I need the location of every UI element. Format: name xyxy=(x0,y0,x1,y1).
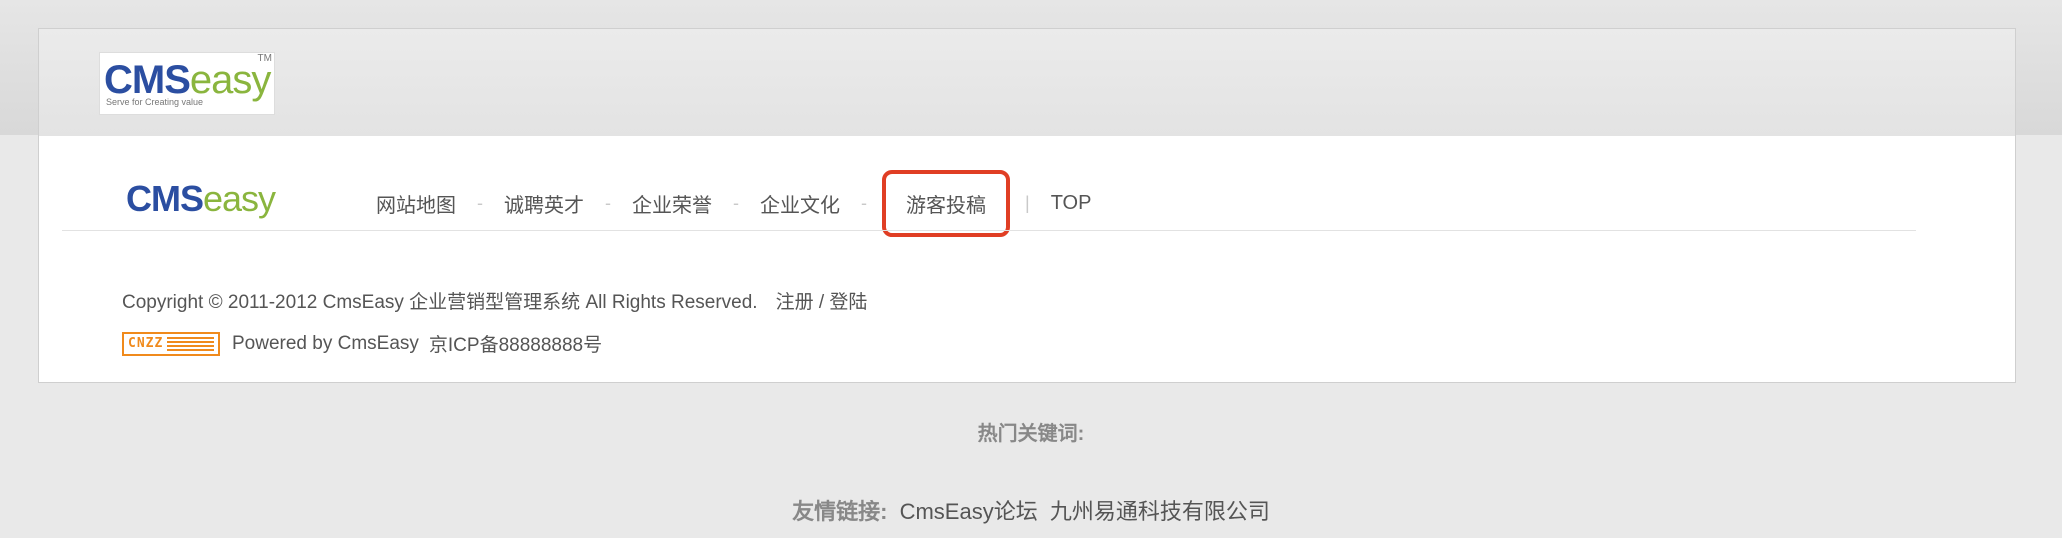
nav-separator: - xyxy=(605,192,611,213)
nav-separator: - xyxy=(733,192,739,213)
nav-link-top[interactable]: TOP xyxy=(1043,192,1100,215)
footer-divider xyxy=(62,230,1916,231)
nav-link-careers[interactable]: 诚聘英才 xyxy=(496,189,592,218)
nav-link-guest-submission[interactable]: 游客投稿 xyxy=(882,169,1010,237)
panel-header xyxy=(39,29,2015,136)
nav-separator: - xyxy=(477,192,483,213)
footer-nav: 网站地图 - 诚聘英才 - 企业荣誉 - 企业文化 - 游客投稿 | TOP xyxy=(368,169,1100,237)
friend-link-forum[interactable]: CmsEasy论坛 xyxy=(900,499,1038,524)
cnzz-stats-badge[interactable]: CNZZ xyxy=(122,331,220,356)
nav-link-honors[interactable]: 企业荣誉 xyxy=(624,189,720,218)
logo-tagline: Serve for Creating value xyxy=(106,97,204,107)
nav-separator: | xyxy=(1025,192,1030,213)
nav-separator: - xyxy=(861,192,867,213)
icp-link[interactable]: 京ICP备88888888号 xyxy=(429,330,602,357)
site-logo[interactable]: TM CMSeasy Serve for Creating value xyxy=(99,52,275,115)
hot-keywords-label: 热门关键词: xyxy=(977,423,1085,445)
friend-links-label: 友情链接: xyxy=(792,499,888,524)
register-login-link[interactable]: 注册 / 登陆 xyxy=(776,292,868,313)
footer-logo[interactable]: CMSeasy xyxy=(126,178,276,220)
copyright-text: Copyright © 2011-2012 CmsEasy 企业营销型管理系统 … xyxy=(122,292,758,313)
copyright-line: Copyright © 2011-2012 CmsEasy 企业营销型管理系统 … xyxy=(122,287,867,314)
nav-link-sitemap[interactable]: 网站地图 xyxy=(368,189,464,218)
nav-link-culture[interactable]: 企业文化 xyxy=(752,189,848,218)
cnzz-bars-icon xyxy=(167,336,214,351)
powered-by-line: CNZZ Powered by CmsEasy 京ICP备88888888号 xyxy=(122,330,602,357)
friend-links: 友情链接: CmsEasy论坛 九州易通科技有限公司 xyxy=(0,494,2062,526)
friend-link-company[interactable]: 九州易通科技有限公司 xyxy=(1050,499,1270,524)
powered-by-text: Powered by CmsEasy xyxy=(232,332,419,354)
